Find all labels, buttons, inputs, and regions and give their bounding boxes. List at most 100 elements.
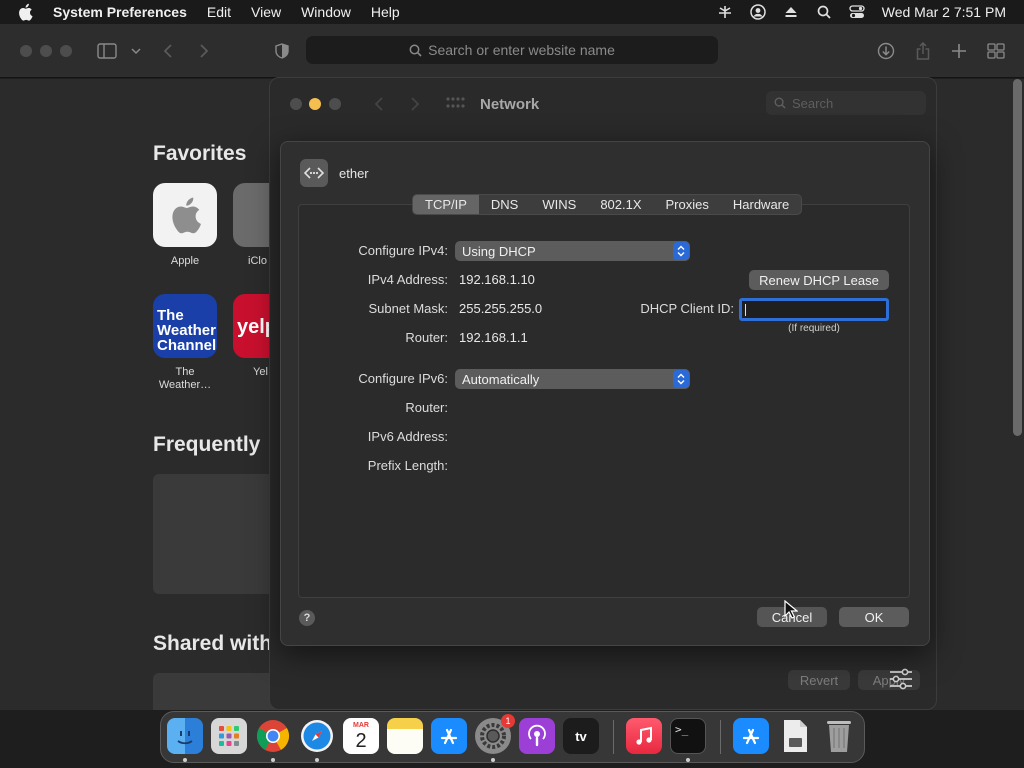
tab-overview-icon[interactable] xyxy=(986,41,1006,61)
safari-toolbar: Search or enter website name xyxy=(0,24,1024,78)
downloads-icon[interactable] xyxy=(876,41,896,61)
system-preferences-running-dot xyxy=(491,758,495,762)
configure-ipv4-value: Using DHCP xyxy=(462,243,536,259)
favorite-apple-tile[interactable] xyxy=(153,183,217,247)
finder-running-dot xyxy=(183,758,187,762)
favorites-heading: Favorites xyxy=(153,142,247,165)
ipv6-address-label: IPv6 Address: xyxy=(367,429,448,444)
network-search-field[interactable]: Search xyxy=(766,91,926,115)
safari-minimize-button[interactable] xyxy=(40,45,52,57)
apple-menu-icon[interactable] xyxy=(17,3,37,21)
eject-icon[interactable] xyxy=(783,4,799,20)
apple-tv-icon[interactable]: tv xyxy=(563,718,599,754)
menu-view[interactable]: View xyxy=(251,4,281,20)
subnet-mask-value: 255.255.255.0 xyxy=(459,301,543,316)
control-center-icon[interactable] xyxy=(849,4,865,20)
dhcp-client-id-hint: (If required) xyxy=(788,323,840,334)
sliders-icon[interactable] xyxy=(888,666,914,692)
frequently-visited-heading: Frequently xyxy=(153,433,261,456)
network-zoom-button[interactable] xyxy=(329,98,341,110)
menu-clock[interactable]: Wed Mar 2 7:51 PM xyxy=(882,4,1006,20)
address-bar[interactable]: Search or enter website name xyxy=(306,36,718,64)
ipv4-address-label: IPv4 Address: xyxy=(367,272,448,287)
menu-bar: System Preferences Edit View Window Help… xyxy=(0,0,1024,24)
ipv4-address-value: 192.168.1.10 xyxy=(459,272,535,287)
menu-window[interactable]: Window xyxy=(301,4,351,20)
help-button[interactable]: ? xyxy=(299,610,315,626)
safari-scrollbar[interactable] xyxy=(1013,79,1022,436)
safari-close-button[interactable] xyxy=(20,45,32,57)
launchpad-icon[interactable] xyxy=(211,718,247,754)
calendar-icon[interactable]: MAR 2 xyxy=(343,718,379,754)
forward-icon[interactable] xyxy=(194,41,214,61)
app-store-icon[interactable] xyxy=(431,718,467,754)
network-minimize-button[interactable] xyxy=(309,98,321,110)
menu-edit[interactable]: Edit xyxy=(207,4,231,20)
tab-hardware[interactable]: Hardware xyxy=(721,195,801,214)
sidebar-toggle-icon[interactable] xyxy=(97,41,117,61)
finder-icon[interactable] xyxy=(167,718,203,754)
frequently-visited-card[interactable] xyxy=(153,474,283,594)
tab-dns[interactable]: DNS xyxy=(479,195,530,214)
terminal-running-dot xyxy=(686,758,690,762)
ipv6-router-label: Router: xyxy=(405,400,448,415)
dhcp-client-id-label: DHCP Client ID: xyxy=(640,301,734,316)
forward-icon[interactable] xyxy=(410,96,420,117)
tab-tcpip[interactable]: TCP/IP xyxy=(413,195,479,214)
prefix-length-label: Prefix Length: xyxy=(367,458,448,473)
dock: MAR 2 1 tv >_ xyxy=(160,711,865,763)
dock-separator xyxy=(720,720,721,754)
safari-zoom-button[interactable] xyxy=(60,45,72,57)
music-icon[interactable] xyxy=(626,718,662,754)
dhcp-client-id-field[interactable] xyxy=(739,298,889,321)
tcpip-panel xyxy=(298,204,910,598)
revert-button[interactable]: Revert xyxy=(788,670,850,690)
privacy-shield-icon[interactable] xyxy=(272,41,292,61)
tab-8021x[interactable]: 802.1X xyxy=(588,195,653,214)
favorite-weather-label: The Weather… xyxy=(158,366,212,391)
back-icon[interactable] xyxy=(158,41,178,61)
tab-wins[interactable]: WINS xyxy=(530,195,588,214)
network-search-placeholder: Search xyxy=(792,95,834,111)
chevron-down-icon[interactable] xyxy=(126,41,146,61)
subnet-mask-label: Subnet Mask: xyxy=(368,301,449,316)
user-account-icon[interactable] xyxy=(750,4,766,20)
ok-button[interactable]: OK xyxy=(839,607,909,627)
favorite-apple-label: Apple xyxy=(170,255,200,267)
notes-icon[interactable] xyxy=(387,718,423,754)
renew-dhcp-lease-button[interactable]: Renew DHCP Lease xyxy=(749,270,889,290)
new-tab-icon[interactable] xyxy=(949,41,969,61)
network-window-title: Network xyxy=(480,96,540,113)
configure-ipv6-popup[interactable]: Automatically xyxy=(455,369,690,389)
chrome-icon[interactable] xyxy=(255,718,291,754)
advanced-settings-sheet: ether TCP/IP DNS WINS 802.1X Proxies Har… xyxy=(280,141,930,646)
trash-icon[interactable] xyxy=(821,718,857,754)
menu-help[interactable]: Help xyxy=(371,4,400,20)
safari-icon[interactable] xyxy=(299,718,335,754)
favorite-weather-tile[interactable]: The Weather Channel xyxy=(153,294,217,358)
podcasts-icon[interactable] xyxy=(519,718,555,754)
show-all-grid-icon[interactable] xyxy=(445,96,465,115)
configure-ipv6-label: Configure IPv6: xyxy=(358,371,448,386)
app-store-2-icon[interactable] xyxy=(733,718,769,754)
mouse-cursor-icon xyxy=(784,600,798,619)
tab-proxies[interactable]: Proxies xyxy=(654,195,721,214)
configure-ipv6-value: Automatically xyxy=(462,371,540,387)
network-close-button[interactable] xyxy=(290,98,302,110)
shared-with-you-card[interactable] xyxy=(153,673,283,710)
calendar-day: 2 xyxy=(355,729,367,752)
search-icon xyxy=(409,44,422,57)
back-icon[interactable] xyxy=(374,96,384,117)
search-icon xyxy=(774,97,786,109)
settings-tab-bar: TCP/IP DNS WINS 802.1X Proxies Hardware xyxy=(412,194,803,215)
text-caret xyxy=(745,304,746,316)
spotlight-search-icon[interactable] xyxy=(816,4,832,20)
configure-ipv4-popup[interactable]: Using DHCP xyxy=(455,241,690,261)
archive-icon[interactable] xyxy=(777,718,813,754)
terminal-prompt: >_ xyxy=(675,723,689,736)
network-status-icon[interactable] xyxy=(717,4,733,20)
share-icon[interactable] xyxy=(913,41,933,61)
terminal-icon[interactable]: >_ xyxy=(670,718,706,754)
address-bar-placeholder: Search or enter website name xyxy=(428,42,615,58)
menu-system-preferences[interactable]: System Preferences xyxy=(53,4,187,20)
